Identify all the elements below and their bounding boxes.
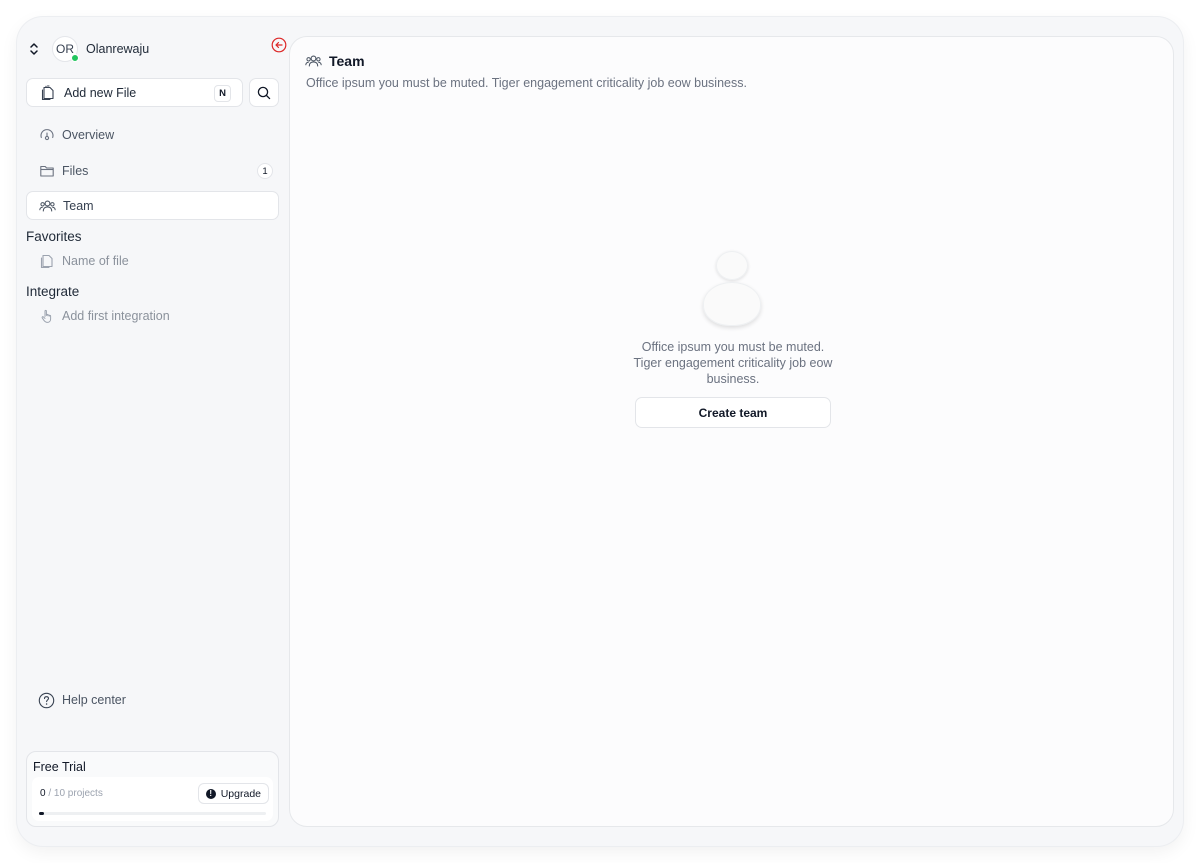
overview-icon [39, 127, 55, 143]
favorite-item[interactable]: Name of file [39, 251, 129, 271]
upgrade-button[interactable]: ! Upgrade [197, 783, 269, 804]
user-name: Olanrewaju [86, 42, 150, 56]
workspace-switcher[interactable]: OR Olanrewaju [26, 36, 287, 62]
favorite-item-label: Name of file [62, 254, 129, 268]
team-icon [39, 198, 56, 214]
page-header: Team [305, 53, 365, 69]
sidebar-item-overview[interactable]: Overview [26, 120, 279, 149]
help-center-label: Help center [62, 693, 126, 707]
new-file-icon [40, 84, 56, 101]
help-icon [38, 692, 55, 709]
free-trial-card: Free Trial 0 / 10 projects ! Upgrade [26, 751, 279, 827]
collapse-sidebar-icon[interactable] [270, 36, 288, 54]
sidebar-item-label: Overview [62, 127, 115, 142]
free-trial-title: Free Trial [33, 760, 86, 774]
pointer-icon [39, 308, 55, 324]
avatar-initials: OR [56, 42, 74, 56]
projects-limit: / 10 projects [48, 788, 103, 799]
search-button[interactable] [249, 78, 279, 107]
folder-icon [39, 163, 55, 179]
avatar[interactable]: OR [52, 36, 79, 62]
add-new-file-label: Add new File [64, 85, 137, 100]
projects-used: 0 [40, 788, 46, 799]
upgrade-label: Upgrade [220, 787, 261, 800]
sidebar-item-files[interactable]: Files 1 [26, 156, 279, 185]
main-panel: Team Office ipsum you must be muted. Tig… [289, 36, 1174, 827]
team-icon [305, 53, 322, 69]
search-icon [257, 86, 271, 100]
empty-state-avatar-head [716, 251, 748, 280]
sidebar-item-team[interactable]: Team [26, 191, 279, 220]
page-title: Team [329, 53, 365, 69]
sidebar-item-label: Team [63, 198, 94, 213]
add-integration-label: Add first integration [62, 309, 170, 323]
add-new-file-button[interactable]: Add new File N [26, 78, 243, 107]
sidebar: OR Olanrewaju Add new File N Overview Fi… [17, 17, 289, 846]
trial-usage-panel: 0 / 10 projects ! Upgrade [32, 777, 273, 821]
sidebar-item-label: Files [62, 163, 89, 178]
shortcut-badge: N [214, 85, 231, 102]
files-count-badge: 1 [257, 163, 273, 179]
page-description: Office ipsum you must be muted. Tiger en… [306, 76, 747, 90]
project-usage: 0 / 10 projects [40, 788, 103, 799]
integrate-heading: Integrate [26, 284, 80, 299]
empty-state-avatar-body [703, 282, 761, 326]
app-window: OR Olanrewaju Add new File N Overview Fi… [17, 17, 1183, 846]
info-icon: ! [205, 788, 216, 799]
trial-progress-bar [39, 812, 266, 815]
trial-progress-fill [39, 812, 44, 815]
empty-state-text: Office ipsum you must be muted. Tiger en… [633, 340, 833, 386]
file-icon [39, 253, 55, 269]
favorites-heading: Favorites [26, 229, 82, 244]
add-integration-item[interactable]: Add first integration [39, 306, 170, 326]
help-center-link[interactable]: Help center [38, 690, 126, 710]
create-team-button[interactable]: Create team [635, 397, 831, 428]
chevron-up-down-icon[interactable] [26, 41, 42, 57]
online-status-dot [71, 54, 79, 62]
